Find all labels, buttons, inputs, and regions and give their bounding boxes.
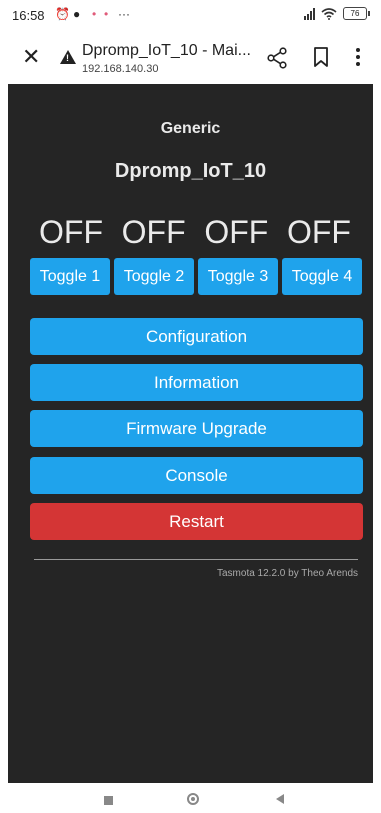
power-state-4: OFF bbox=[286, 214, 351, 250]
home-icon[interactable] bbox=[187, 793, 199, 805]
toggle-buttons: Toggle 1 Toggle 2 Toggle 3 Toggle 4 bbox=[30, 258, 362, 295]
page-title[interactable]: Dpromp_IoT_10 - Mai... bbox=[82, 42, 251, 60]
navigation-bar bbox=[0, 783, 381, 813]
console-button[interactable]: Console bbox=[30, 457, 363, 494]
more-notifications-icon: ··· bbox=[118, 7, 130, 21]
warning-icon[interactable]: ! bbox=[60, 50, 76, 64]
page-url[interactable]: 192.168.140.30 bbox=[82, 63, 158, 75]
power-states: OFF OFF OFF OFF bbox=[30, 214, 360, 251]
notification-dot-icon: • bbox=[92, 7, 97, 21]
chat-icon: ● bbox=[73, 7, 81, 21]
power-state-1: OFF bbox=[39, 214, 103, 250]
footer-divider bbox=[34, 559, 358, 560]
share-icon[interactable] bbox=[266, 47, 288, 69]
tasmota-page: Generic Dpromp_IoT_10 OFF OFF OFF OFF To… bbox=[8, 84, 373, 783]
restart-button[interactable]: Restart bbox=[30, 503, 363, 540]
information-button[interactable]: Information bbox=[30, 364, 363, 401]
browser-toolbar: ✕ ! Dpromp_IoT_10 - Mai... 192.168.140.3… bbox=[0, 30, 381, 84]
battery-icon: 76 bbox=[343, 7, 370, 20]
firmware-upgrade-button[interactable]: Firmware Upgrade bbox=[30, 410, 363, 447]
recent-apps-icon[interactable] bbox=[104, 796, 113, 805]
footer-text: Tasmota 12.2.0 by Theo Arends bbox=[216, 568, 358, 579]
back-icon[interactable] bbox=[276, 794, 284, 804]
clock: 16:58 bbox=[12, 8, 45, 23]
power-state-3: OFF bbox=[204, 214, 269, 250]
bookmark-icon[interactable] bbox=[313, 47, 329, 67]
configuration-button[interactable]: Configuration bbox=[30, 318, 363, 355]
device-name: Dpromp_IoT_10 bbox=[114, 160, 267, 182]
close-tab-button[interactable]: ✕ bbox=[22, 46, 40, 68]
toggle-4-button[interactable]: Toggle 4 bbox=[282, 258, 362, 295]
notification-dot-icon: • bbox=[104, 7, 109, 21]
signal-icon bbox=[304, 7, 315, 20]
overflow-menu-icon[interactable] bbox=[355, 48, 361, 68]
toggle-2-button[interactable]: Toggle 2 bbox=[114, 258, 194, 295]
wifi-icon bbox=[321, 7, 337, 20]
toggle-1-button[interactable]: Toggle 1 bbox=[30, 258, 110, 295]
power-state-2: OFF bbox=[121, 214, 186, 250]
toggle-3-button[interactable]: Toggle 3 bbox=[198, 258, 278, 295]
alarm-icon: ⏰ bbox=[55, 7, 70, 21]
module-name: Generic bbox=[160, 120, 221, 137]
status-bar: 16:58 ⏰ ● • • ··· 76 bbox=[0, 0, 381, 30]
